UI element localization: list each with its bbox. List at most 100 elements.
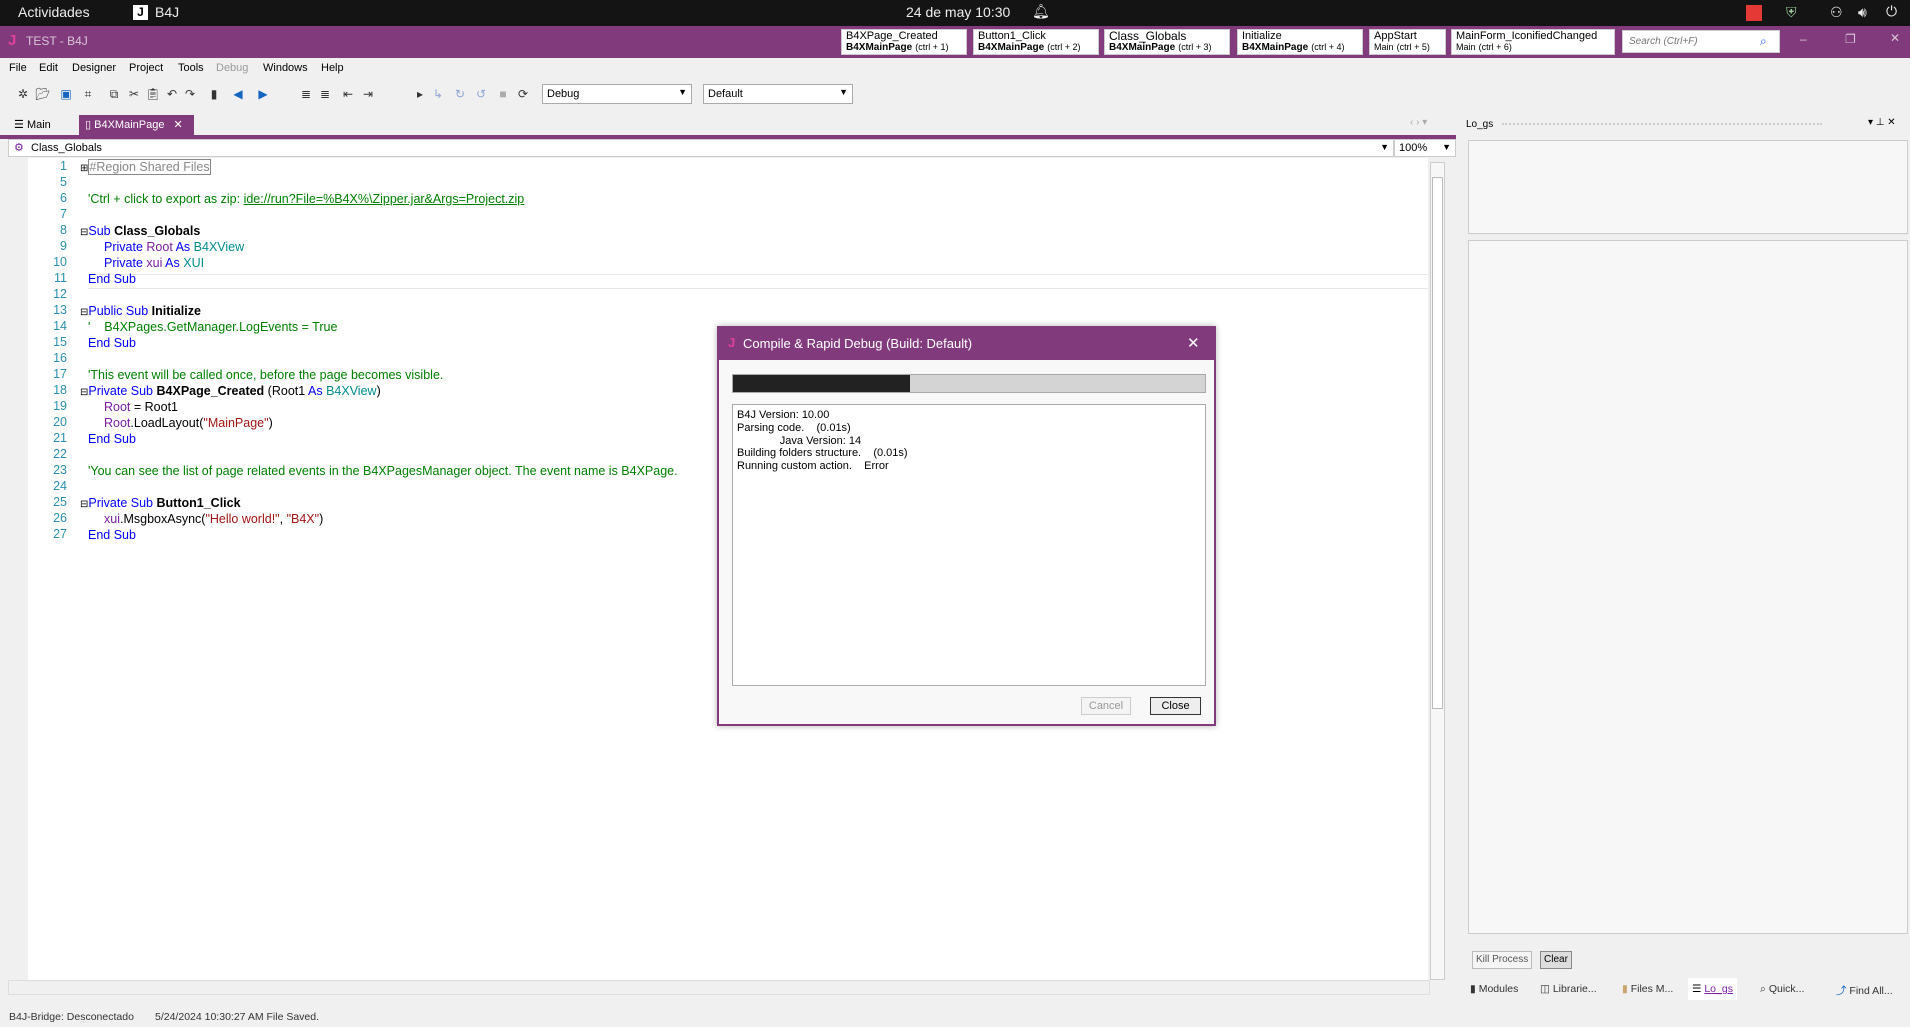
save-icon[interactable]: ▣ [58,86,74,102]
close-window-button[interactable]: ✕ [1890,31,1900,45]
scrollbar-thumb[interactable] [1432,177,1443,709]
activities-button[interactable]: Actividades [18,4,90,20]
nav-class-globals[interactable]: Class_Globals B4XMainPage (ctrl + 3) [1104,29,1230,55]
code-line-8: ⊟Sub Class_Globals [80,224,201,238]
cut-icon[interactable]: ✂ [126,86,142,102]
menu-windows[interactable]: Windows [263,62,308,74]
chevron-down-icon: ▼ [678,87,687,97]
line-number: 19 [53,399,67,413]
nav-button1-click[interactable]: Button1_Click B4XMainPage (ctrl + 2) [973,29,1099,55]
line-number: 9 [60,239,67,253]
volume-icon[interactable]: 🔊︎ [1858,4,1867,21]
tab-b4xmainpage[interactable]: ▯ B4XMainPage ✕ [79,115,194,135]
step-over-icon[interactable]: ↻ [452,86,468,102]
line-number: 15 [53,335,67,349]
tab-quick-search[interactable]: ⌕ Quick... [1760,983,1804,996]
clock[interactable]: 24 de may 10:30 [906,4,1010,20]
tab-modules[interactable]: ▮ Modules [1470,983,1518,995]
new-icon[interactable]: ✲ [15,86,31,102]
clear-button[interactable]: Clear [1540,951,1572,969]
network-icon[interactable]: ⚇ [1830,4,1843,21]
tab-main[interactable]: ☰ Main [8,115,57,135]
paste-icon[interactable]: 📋︎ [145,86,161,102]
tab-logs[interactable]: ☰ Lo_gs [1688,978,1737,1000]
line-number: 16 [53,351,67,365]
compile-log[interactable]: B4J Version: 10.00 Parsing code. (0.01s)… [732,404,1206,686]
forward-icon[interactable]: ▶ [255,86,271,102]
restore-button[interactable]: ❐ [1845,32,1856,46]
run-icon[interactable]: ▸ [412,86,428,102]
menu-help[interactable]: Help [321,62,344,74]
code-line-21: End Sub [88,432,136,446]
search-icon[interactable]: ⌕ [1760,34,1767,49]
tray-app-icon[interactable] [1746,5,1762,21]
tab-libraries[interactable]: ◫ Librarie... [1540,983,1597,995]
stop-icon[interactable]: ■ [495,86,511,102]
menu-tools[interactable]: Tools [178,62,204,74]
window-title-bar: J TEST - B4J B4XPage_Created B4XMainPage … [0,26,1910,58]
outdent-icon[interactable]: ⇤ [340,86,356,102]
minimize-button[interactable]: – [1800,32,1807,46]
tab-scroll-icon[interactable]: ‹ › ▾ [1410,117,1427,128]
line-number: 6 [60,191,67,205]
code-line-17: 'This event will be called once, before … [88,368,444,382]
libraries-icon: ◫ [1540,983,1550,995]
panel-controls-icon[interactable]: ▾ ⊥ ✕ [1868,117,1896,128]
bookmark-icon[interactable]: ▮ [206,86,222,102]
log-output[interactable] [1468,240,1908,934]
build-mode-select[interactable]: Debug ▼ [542,84,692,104]
uncomment-icon[interactable]: ≣ [317,86,333,102]
step-in-icon[interactable]: ↳ [430,86,446,102]
close-tab-icon[interactable]: ✕ [174,119,183,131]
menu-debug[interactable]: Debug [216,62,248,74]
line-number: 25 [53,495,67,509]
tab-files-manager[interactable]: ▮ Files M... [1622,983,1673,995]
power-icon[interactable]: ⏻ [1886,3,1897,20]
copy-icon[interactable]: ⧉ [106,86,122,102]
bridge-status: B4J-Bridge: Desconectado [9,1011,134,1023]
export-zip-link[interactable]: ide://run?File=%B4X%\Zipper.jar&Args=Pro… [244,192,525,206]
sub-selector[interactable]: ⚙ Class_Globals ▼ [8,139,1394,157]
open-icon[interactable]: 📂︎ [35,86,51,102]
undo-icon[interactable]: ↶ [164,86,180,102]
indent-icon[interactable]: ⇥ [360,86,376,102]
menu-file[interactable]: File [9,62,27,74]
save-all-icon[interactable]: ⌗ [80,86,96,102]
nav-b4xpage-created[interactable]: B4XPage_Created B4XMainPage (ctrl + 1) [841,29,967,55]
dialog-title-bar[interactable]: J Compile & Rapid Debug (Build: Default)… [719,328,1214,360]
tab-find-all[interactable]: ⤴ Find All... [1836,983,1893,998]
step-out-icon[interactable]: ↺ [473,86,489,102]
back-icon[interactable]: ◀ [230,86,246,102]
code-line-6: 'Ctrl + click to export as zip: ide://ru… [88,192,525,206]
nav-appstart[interactable]: AppStart Main (ctrl + 5) [1369,29,1446,55]
kill-process-button[interactable]: Kill Process [1472,951,1533,969]
build-config-select[interactable]: Default ▼ [703,84,853,104]
menu-project[interactable]: Project [129,62,163,74]
restart-icon[interactable]: ⟳ [515,86,531,102]
dialog-close-icon[interactable]: ✕ [1187,334,1200,352]
redo-icon[interactable]: ↷ [182,86,198,102]
close-button[interactable]: Close [1150,697,1201,715]
line-number: 18 [53,383,67,397]
search-input[interactable] [1622,30,1780,53]
line-number: 14 [53,319,67,333]
bell-icon[interactable]: 🔔︎ [1032,3,1050,20]
menu-bar: File Edit Designer Project Tools Debug W… [0,62,1910,80]
menu-designer[interactable]: Designer [72,62,116,74]
menu-edit[interactable]: Edit [39,62,58,74]
editor-vertical-scrollbar[interactable] [1430,162,1445,980]
nav-initialize[interactable]: Initialize B4XMainPage (ctrl + 4) [1237,29,1363,55]
log-filter-box[interactable] [1468,140,1908,234]
code-line-20: Root.LoadLayout("MainPage") [104,416,273,430]
code-line-1: ⊞#Region Shared Files [80,159,211,175]
editor-horizontal-scrollbar[interactable] [8,980,1430,995]
app-name[interactable]: B4J [155,4,179,20]
comment-icon[interactable]: ≣ [298,86,314,102]
line-number: 10 [53,255,67,269]
cancel-button[interactable]: Cancel [1081,697,1131,715]
zoom-select[interactable]: 100% ▼ [1394,139,1456,157]
b4j-logo-icon: J [728,335,736,350]
panel-drag-handle[interactable] [1502,123,1822,127]
shield-icon[interactable]: ⛨ [1786,4,1797,21]
nav-mainform-iconifiedchanged[interactable]: MainForm_IconifiedChanged Main (ctrl + 6) [1451,29,1615,55]
